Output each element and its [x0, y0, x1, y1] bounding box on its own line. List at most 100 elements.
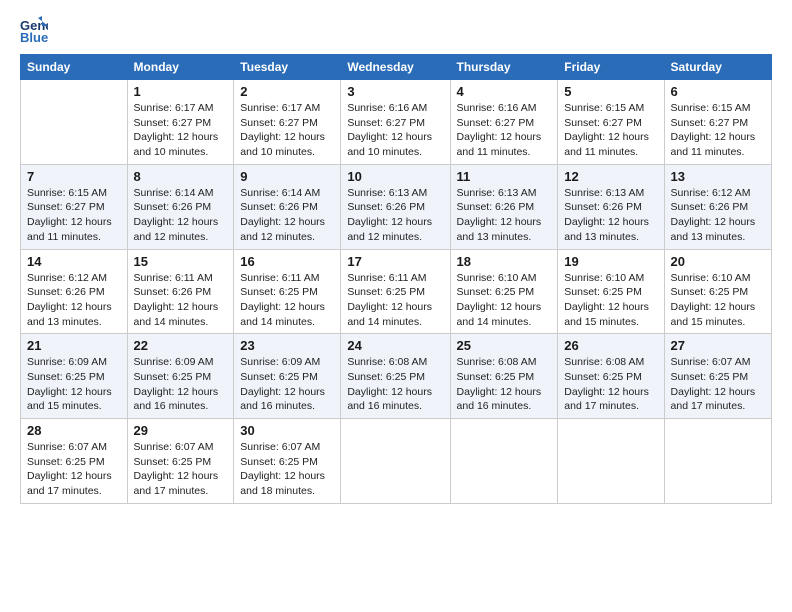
day-info: Sunrise: 6:08 AMSunset: 6:25 PMDaylight:…	[457, 355, 552, 414]
day-info: Sunrise: 6:07 AMSunset: 6:25 PMDaylight:…	[134, 440, 228, 499]
calendar-week-row: 28 Sunrise: 6:07 AMSunset: 6:25 PMDayligh…	[21, 419, 772, 504]
calendar-cell: 18 Sunrise: 6:10 AMSunset: 6:25 PMDayligh…	[450, 249, 558, 334]
day-number: 8	[134, 169, 228, 184]
day-number: 25	[457, 338, 552, 353]
day-number: 2	[240, 84, 334, 99]
day-number: 7	[27, 169, 121, 184]
day-number: 14	[27, 254, 121, 269]
calendar-cell: 10 Sunrise: 6:13 AMSunset: 6:26 PMDayligh…	[341, 164, 450, 249]
day-info: Sunrise: 6:14 AMSunset: 6:26 PMDaylight:…	[240, 186, 334, 245]
day-info: Sunrise: 6:13 AMSunset: 6:26 PMDaylight:…	[564, 186, 657, 245]
day-info: Sunrise: 6:11 AMSunset: 6:26 PMDaylight:…	[134, 271, 228, 330]
calendar-cell	[21, 80, 128, 165]
day-number: 21	[27, 338, 121, 353]
calendar-cell: 12 Sunrise: 6:13 AMSunset: 6:26 PMDayligh…	[558, 164, 664, 249]
day-info: Sunrise: 6:15 AMSunset: 6:27 PMDaylight:…	[27, 186, 121, 245]
calendar-cell: 3Sunrise: 6:16 AMSunset: 6:27 PMDaylight…	[341, 80, 450, 165]
day-number: 23	[240, 338, 334, 353]
svg-text:Blue: Blue	[20, 30, 48, 44]
calendar-cell: 14Sunrise: 6:12 AMSunset: 6:26 PMDayligh…	[21, 249, 128, 334]
day-number: 29	[134, 423, 228, 438]
calendar-cell: 24 Sunrise: 6:08 AMSunset: 6:25 PMDayligh…	[341, 334, 450, 419]
calendar-cell: 8 Sunrise: 6:14 AMSunset: 6:26 PMDaylight…	[127, 164, 234, 249]
day-info: Sunrise: 6:15 AMSunset: 6:27 PMDaylight:…	[564, 101, 657, 160]
day-number: 17	[347, 254, 443, 269]
day-number: 28	[27, 423, 121, 438]
day-number: 11	[457, 169, 552, 184]
weekday-header-sunday: Sunday	[21, 55, 128, 80]
calendar-cell: 6Sunrise: 6:15 AMSunset: 6:27 PMDaylight…	[664, 80, 771, 165]
calendar-cell: 17 Sunrise: 6:11 AMSunset: 6:25 PMDayligh…	[341, 249, 450, 334]
day-number: 18	[457, 254, 552, 269]
weekday-header-thursday: Thursday	[450, 55, 558, 80]
day-number: 16	[240, 254, 334, 269]
calendar-cell: 25 Sunrise: 6:08 AMSunset: 6:25 PMDayligh…	[450, 334, 558, 419]
day-info: Sunrise: 6:13 AMSunset: 6:26 PMDaylight:…	[457, 186, 552, 245]
day-number: 20	[671, 254, 765, 269]
calendar-cell: 1 Sunrise: 6:17 AMSunset: 6:27 PMDaylight…	[127, 80, 234, 165]
calendar-cell: 15 Sunrise: 6:11 AMSunset: 6:26 PMDayligh…	[127, 249, 234, 334]
day-info: Sunrise: 6:10 AMSunset: 6:25 PMDaylight:…	[457, 271, 552, 330]
day-number: 6	[671, 84, 765, 99]
calendar-cell: 30Sunrise: 6:07 AMSunset: 6:25 PMDayligh…	[234, 419, 341, 504]
day-info: Sunrise: 6:07 AMSunset: 6:25 PMDaylight:…	[671, 355, 765, 414]
logo: General Blue	[20, 16, 52, 44]
calendar-cell: 22 Sunrise: 6:09 AMSunset: 6:25 PMDayligh…	[127, 334, 234, 419]
day-info: Sunrise: 6:11 AMSunset: 6:25 PMDaylight:…	[240, 271, 334, 330]
day-number: 24	[347, 338, 443, 353]
day-number: 19	[564, 254, 657, 269]
calendar-cell: 9 Sunrise: 6:14 AMSunset: 6:26 PMDaylight…	[234, 164, 341, 249]
day-info: Sunrise: 6:11 AMSunset: 6:25 PMDaylight:…	[347, 271, 443, 330]
calendar-cell	[341, 419, 450, 504]
day-number: 13	[671, 169, 765, 184]
day-info: Sunrise: 6:17 AMSunset: 6:27 PMDaylight:…	[240, 101, 334, 160]
weekday-header-friday: Friday	[558, 55, 664, 80]
page: General Blue SundayMondayTuesdayWednesda…	[0, 0, 792, 612]
day-info: Sunrise: 6:09 AMSunset: 6:25 PMDaylight:…	[134, 355, 228, 414]
calendar-cell: 21 Sunrise: 6:09 AMSunset: 6:25 PMDayligh…	[21, 334, 128, 419]
logo-icon: General Blue	[20, 16, 48, 44]
calendar-cell: 7 Sunrise: 6:15 AMSunset: 6:27 PMDaylight…	[21, 164, 128, 249]
day-info: Sunrise: 6:17 AMSunset: 6:27 PMDaylight:…	[134, 101, 228, 160]
calendar-cell: 5 Sunrise: 6:15 AMSunset: 6:27 PMDaylight…	[558, 80, 664, 165]
calendar-cell: 23 Sunrise: 6:09 AMSunset: 6:25 PMDayligh…	[234, 334, 341, 419]
calendar-cell: 28 Sunrise: 6:07 AMSunset: 6:25 PMDayligh…	[21, 419, 128, 504]
day-number: 10	[347, 169, 443, 184]
header: General Blue	[20, 16, 772, 44]
day-info: Sunrise: 6:13 AMSunset: 6:26 PMDaylight:…	[347, 186, 443, 245]
day-number: 30	[240, 423, 334, 438]
day-info: Sunrise: 6:09 AMSunset: 6:25 PMDaylight:…	[27, 355, 121, 414]
calendar-cell: 11 Sunrise: 6:13 AMSunset: 6:26 PMDayligh…	[450, 164, 558, 249]
day-number: 1	[134, 84, 228, 99]
calendar-cell: 19 Sunrise: 6:10 AMSunset: 6:25 PMDayligh…	[558, 249, 664, 334]
weekday-header-row: SundayMondayTuesdayWednesdayThursdayFrid…	[21, 55, 772, 80]
calendar-week-row: 1 Sunrise: 6:17 AMSunset: 6:27 PMDaylight…	[21, 80, 772, 165]
day-info: Sunrise: 6:16 AMSunset: 6:27 PMDaylight:…	[347, 101, 443, 160]
calendar-cell: 29 Sunrise: 6:07 AMSunset: 6:25 PMDayligh…	[127, 419, 234, 504]
day-number: 9	[240, 169, 334, 184]
day-number: 5	[564, 84, 657, 99]
day-number: 27	[671, 338, 765, 353]
day-info: Sunrise: 6:07 AMSunset: 6:25 PMDaylight:…	[27, 440, 121, 499]
calendar-week-row: 14Sunrise: 6:12 AMSunset: 6:26 PMDayligh…	[21, 249, 772, 334]
day-info: Sunrise: 6:12 AMSunset: 6:26 PMDaylight:…	[671, 186, 765, 245]
calendar-cell	[558, 419, 664, 504]
calendar-cell: 26 Sunrise: 6:08 AMSunset: 6:25 PMDayligh…	[558, 334, 664, 419]
day-info: Sunrise: 6:14 AMSunset: 6:26 PMDaylight:…	[134, 186, 228, 245]
day-number: 12	[564, 169, 657, 184]
day-info: Sunrise: 6:08 AMSunset: 6:25 PMDaylight:…	[564, 355, 657, 414]
day-number: 26	[564, 338, 657, 353]
calendar-cell: 13 Sunrise: 6:12 AMSunset: 6:26 PMDayligh…	[664, 164, 771, 249]
day-number: 4	[457, 84, 552, 99]
day-info: Sunrise: 6:08 AMSunset: 6:25 PMDaylight:…	[347, 355, 443, 414]
day-number: 15	[134, 254, 228, 269]
weekday-header-tuesday: Tuesday	[234, 55, 341, 80]
day-info: Sunrise: 6:10 AMSunset: 6:25 PMDaylight:…	[564, 271, 657, 330]
day-number: 22	[134, 338, 228, 353]
day-info: Sunrise: 6:09 AMSunset: 6:25 PMDaylight:…	[240, 355, 334, 414]
weekday-header-monday: Monday	[127, 55, 234, 80]
day-info: Sunrise: 6:10 AMSunset: 6:25 PMDaylight:…	[671, 271, 765, 330]
calendar-table: SundayMondayTuesdayWednesdayThursdayFrid…	[20, 54, 772, 504]
calendar-cell: 27 Sunrise: 6:07 AMSunset: 6:25 PMDayligh…	[664, 334, 771, 419]
weekday-header-saturday: Saturday	[664, 55, 771, 80]
